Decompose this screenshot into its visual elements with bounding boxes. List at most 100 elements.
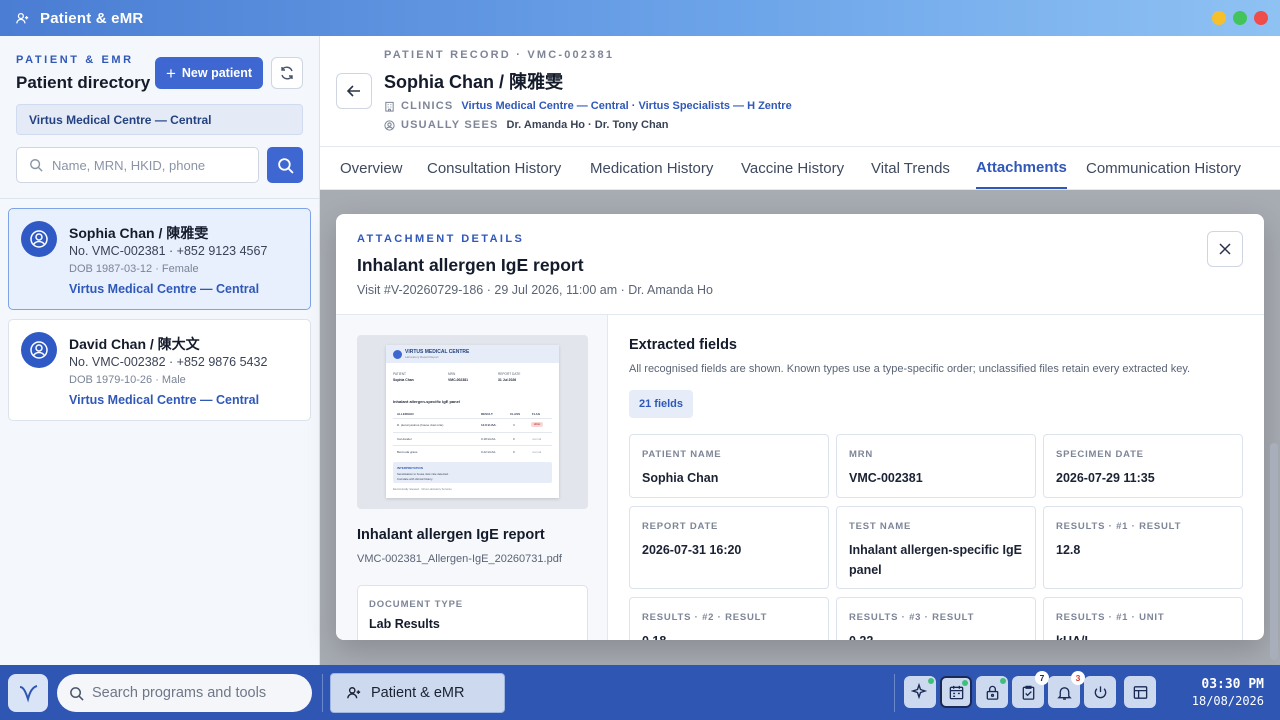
document-thumbnail[interactable]: VIRTUS MEDICAL CENTRE Laboratory Result … (357, 335, 588, 509)
field-label: RESULTS · #1 · RESULT (1056, 521, 1182, 532)
field-card: SPECIMEN DATE 2026-07-29 11:35 (1043, 434, 1243, 498)
record-tabs: Overview Consultation History Medication… (320, 146, 1280, 190)
tab-overview[interactable]: Overview (340, 147, 403, 190)
taskbar-search-input[interactable] (92, 685, 302, 701)
usually-sees-row: USUALLY SEES Dr. Amanda Ho · Dr. Tony Ch… (384, 119, 669, 131)
field-card: RESULTS · #3 · RESULT 0.22 (836, 597, 1036, 640)
window-controls (1212, 11, 1268, 25)
doc-meta-label: REPORT DATE (498, 372, 521, 376)
user-icon (30, 230, 48, 248)
doc-cell: Cat dander (397, 437, 412, 441)
clinic-selector[interactable]: Virtus Medical Centre — Central (16, 104, 303, 135)
main-scrollbar[interactable] (1270, 443, 1278, 660)
layout-icon (1133, 685, 1147, 699)
close-window-button[interactable] (1254, 11, 1268, 25)
field-label: RESULTS · #3 · RESULT (849, 612, 975, 623)
clinics-label: CLINICS (401, 100, 454, 112)
tab-communication-history[interactable]: Communication History (1086, 147, 1241, 190)
tab-consultation-history[interactable]: Consultation History (427, 147, 561, 190)
window-title: Patient & eMR (40, 9, 144, 27)
patient-search-input[interactable] (52, 157, 242, 173)
usually-sees-value: Dr. Amanda Ho · Dr. Tony Chan (506, 119, 669, 131)
tray-ai-assistant[interactable] (904, 676, 936, 708)
doc-rule (393, 432, 552, 433)
clinics-row: CLINICS Virtus Medical Centre — Central … (384, 100, 792, 112)
taskbar-app-patient-emr[interactable]: Patient & eMR (330, 673, 505, 713)
tab-vital-trends[interactable]: Vital Trends (871, 147, 950, 190)
tab-medication-history[interactable]: Medication History (590, 147, 713, 190)
tray-notifications[interactable]: 3 (1048, 671, 1085, 708)
status-dot (1000, 678, 1006, 684)
bell-icon (1056, 686, 1072, 700)
patient-dob-sex: DOB 1979-10-26 · Male (69, 374, 186, 386)
doc-cell: 0.18 kUA/L (481, 437, 496, 441)
field-value: 2026-07-31 16:20 (642, 543, 742, 557)
tray-tasks[interactable]: 7 (1012, 671, 1049, 708)
close-icon (1219, 243, 1231, 255)
doc-interp-title: INTERPRETATION (397, 466, 423, 470)
start-button[interactable] (8, 674, 48, 712)
attachment-filename: VMC-002381_Allergen-IgE_20260731.pdf (357, 553, 562, 565)
attachment-preview-panel: VIRTUS MEDICAL CENTRE Laboratory Result … (336, 315, 608, 640)
calendar-icon (949, 685, 963, 699)
clipboard-icon (1022, 685, 1034, 700)
back-button[interactable] (336, 73, 372, 109)
doc-col-header: CLASS (510, 412, 521, 416)
field-card: RESULTS · #1 · RESULT 12.8 (1043, 506, 1243, 589)
doc-meta-value: Sophia Chan (393, 378, 414, 382)
refresh-button[interactable] (271, 57, 303, 89)
field-card: REPORT DATE 2026-07-31 16:20 (629, 506, 829, 589)
clinics-value[interactable]: Virtus Medical Centre — Central · Virtus… (461, 100, 791, 112)
maximize-button[interactable] (1233, 11, 1247, 25)
doc-flag-badge: HIGH (531, 422, 543, 427)
doc-meta-value: 31 Jul 2026 (498, 378, 517, 382)
field-value: 0.22 (849, 631, 1029, 640)
field-card: TEST NAME Inhalant allergen-specific IgE… (836, 506, 1036, 589)
field-label: TEST NAME (849, 521, 912, 532)
taskbar-search[interactable] (57, 674, 312, 712)
patient-card[interactable]: Sophia Chan / 陳雅雯 No. VMC-002381 · +852 … (8, 208, 311, 310)
arrow-left-icon (346, 85, 360, 97)
tab-vaccine-history[interactable]: Vaccine History (741, 147, 844, 190)
field-label: SPECIMEN DATE (1056, 449, 1144, 460)
tray-calendar[interactable] (940, 676, 972, 708)
doc-col-header: ALLERGEN (397, 412, 414, 416)
search-icon (70, 686, 84, 701)
taskbar: Patient & eMR 7 3 03:30 PM 18/08/2026 (0, 665, 1280, 720)
taskbar-clock[interactable]: 03:30 PM 18/08/2026 (1180, 677, 1264, 708)
brand-logo-icon (19, 685, 38, 703)
tab-attachments[interactable]: Attachments (976, 147, 1067, 189)
tray-lock[interactable] (976, 676, 1008, 708)
field-value: 2026-07-29 11:35 (1056, 471, 1155, 485)
field-count-badge: 21 fields (629, 390, 694, 418)
field-card: RESULTS · #1 · UNIT kUA/L (1043, 597, 1243, 640)
sparkle-icon (911, 683, 928, 700)
patient-card[interactable]: David Chan / 陳大文 No. VMC-002382 · +852 9… (8, 319, 311, 421)
field-label: RESULTS · #2 · RESULT (642, 612, 768, 623)
minimize-button[interactable] (1212, 11, 1226, 25)
refresh-icon (281, 66, 293, 80)
patient-dob-sex: DOB 1987-03-12 · Female (69, 263, 199, 275)
patient-search-field[interactable] (16, 147, 259, 183)
doc-meta-value: VMC-002381 (448, 378, 468, 382)
clock-date: 18/08/2026 (1191, 694, 1264, 708)
sidebar-title: Patient directory (16, 73, 151, 92)
new-patient-label: New patient (181, 66, 253, 80)
tasks-count-badge: 7 (1035, 671, 1049, 685)
field-value: 0.18 (642, 631, 822, 640)
modal-title: Inhalant allergen IgE report (357, 255, 584, 275)
tray-layout[interactable] (1124, 676, 1156, 708)
field-label: MRN (849, 449, 874, 460)
doc-cell: 0.22 kUA/L (481, 450, 496, 454)
doc-cell: normal (532, 437, 542, 441)
sidebar-divider (0, 198, 320, 199)
tray-power[interactable] (1084, 676, 1116, 708)
new-patient-button[interactable]: + New patient (155, 57, 263, 89)
close-modal-button[interactable] (1207, 231, 1243, 267)
building-icon (385, 101, 394, 112)
doc-heading: Inhalant allergen-specific IgE panel (393, 399, 460, 404)
record-eyebrow: PATIENT RECORD · VMC-002381 (384, 49, 615, 61)
avatar (21, 221, 57, 257)
search-button[interactable] (267, 147, 303, 183)
field-label: REPORT DATE (642, 521, 719, 532)
